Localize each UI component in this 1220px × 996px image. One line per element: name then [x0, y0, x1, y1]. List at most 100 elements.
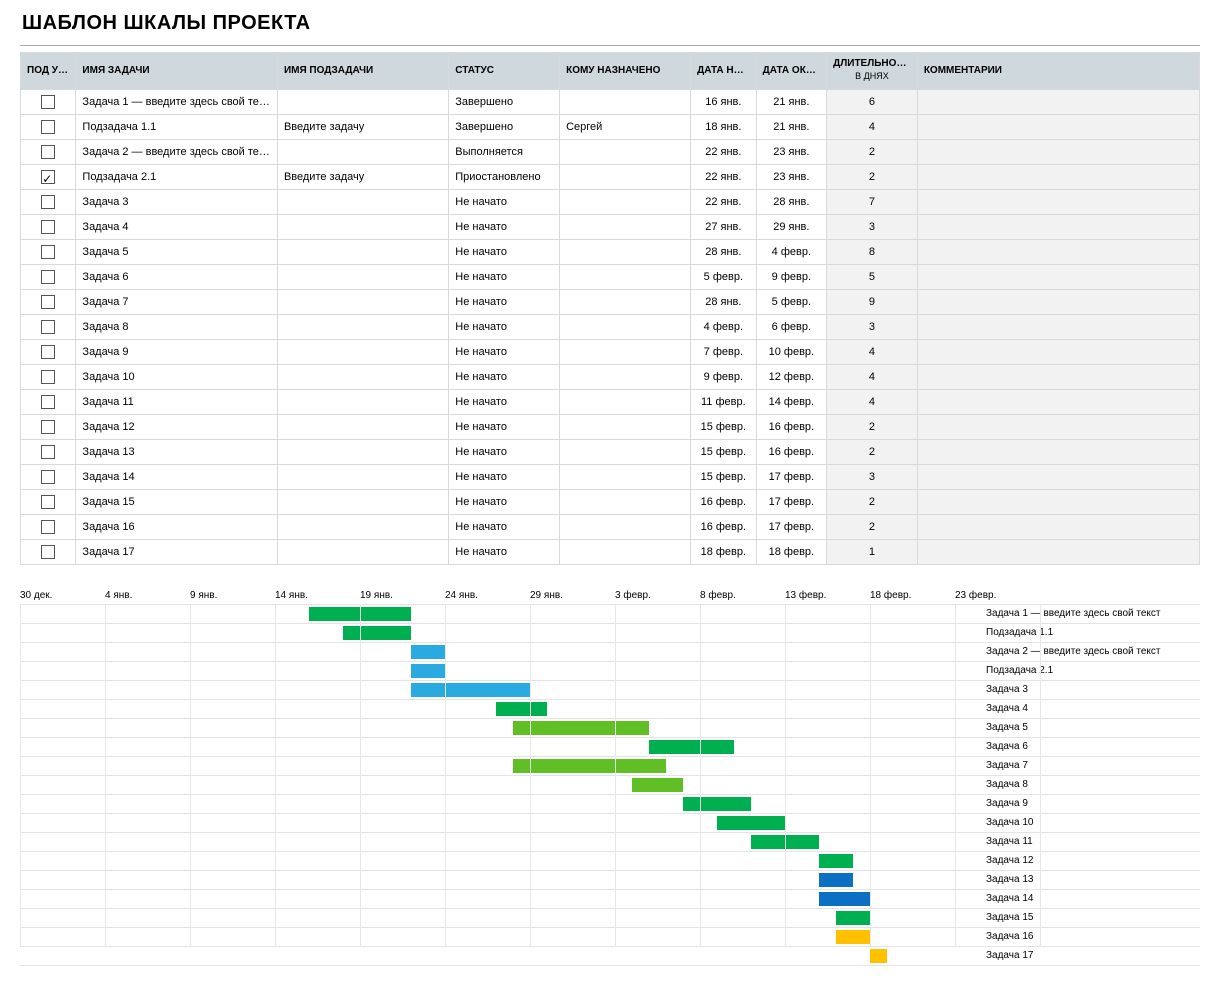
- risk-checkbox[interactable]: [41, 145, 55, 159]
- cell-duration[interactable]: 4: [827, 389, 918, 414]
- cell-task[interactable]: Задача 17: [76, 539, 278, 564]
- cell-comments[interactable]: [917, 414, 1199, 439]
- cell-task[interactable]: Задача 4: [76, 214, 278, 239]
- cell-duration[interactable]: 2: [827, 139, 918, 164]
- cell-status[interactable]: Не начато: [449, 264, 560, 289]
- cell-status[interactable]: Не начато: [449, 239, 560, 264]
- cell-duration[interactable]: 8: [827, 239, 918, 264]
- cell-end[interactable]: 16 февр.: [756, 439, 827, 464]
- cell-end[interactable]: 21 янв.: [756, 114, 827, 139]
- cell-assigned[interactable]: [560, 214, 691, 239]
- cell-start[interactable]: 11 февр.: [691, 389, 757, 414]
- cell-assigned[interactable]: Сергей: [560, 114, 691, 139]
- cell-task[interactable]: Задача 9: [76, 339, 278, 364]
- cell-duration[interactable]: 7: [827, 189, 918, 214]
- risk-checkbox[interactable]: [41, 245, 55, 259]
- cell-task[interactable]: Задача 1 — введите здесь свой текст: [76, 89, 278, 114]
- cell-comments[interactable]: [917, 264, 1199, 289]
- cell-comments[interactable]: [917, 364, 1199, 389]
- cell-task[interactable]: Задача 15: [76, 489, 278, 514]
- cell-sub[interactable]: [277, 314, 448, 339]
- cell-comments[interactable]: [917, 164, 1199, 189]
- cell-start[interactable]: 22 янв.: [691, 189, 757, 214]
- cell-sub[interactable]: [277, 189, 448, 214]
- cell-task[interactable]: Задача 8: [76, 314, 278, 339]
- cell-duration[interactable]: 2: [827, 514, 918, 539]
- cell-start[interactable]: 7 февр.: [691, 339, 757, 364]
- cell-assigned[interactable]: [560, 439, 691, 464]
- cell-sub[interactable]: [277, 539, 448, 564]
- cell-assigned[interactable]: [560, 389, 691, 414]
- cell-task[interactable]: Задача 11: [76, 389, 278, 414]
- cell-comments[interactable]: [917, 214, 1199, 239]
- cell-end[interactable]: 16 февр.: [756, 414, 827, 439]
- cell-end[interactable]: 17 февр.: [756, 514, 827, 539]
- cell-assigned[interactable]: [560, 189, 691, 214]
- cell-comments[interactable]: [917, 189, 1199, 214]
- cell-task[interactable]: Задача 13: [76, 439, 278, 464]
- cell-start[interactable]: 16 янв.: [691, 89, 757, 114]
- cell-comments[interactable]: [917, 314, 1199, 339]
- cell-status[interactable]: Не начато: [449, 464, 560, 489]
- cell-duration[interactable]: 4: [827, 339, 918, 364]
- cell-start[interactable]: 15 февр.: [691, 439, 757, 464]
- cell-assigned[interactable]: [560, 539, 691, 564]
- cell-status[interactable]: Выполняется: [449, 139, 560, 164]
- cell-end[interactable]: 28 янв.: [756, 189, 827, 214]
- cell-sub[interactable]: [277, 289, 448, 314]
- cell-sub[interactable]: [277, 489, 448, 514]
- cell-duration[interactable]: 2: [827, 164, 918, 189]
- cell-status[interactable]: Не начато: [449, 439, 560, 464]
- cell-assigned[interactable]: [560, 364, 691, 389]
- risk-checkbox[interactable]: [41, 170, 55, 184]
- risk-checkbox[interactable]: [41, 345, 55, 359]
- cell-task[interactable]: Задача 2 — введите здесь свой текст: [76, 139, 278, 164]
- cell-end[interactable]: 10 февр.: [756, 339, 827, 364]
- cell-status[interactable]: Не начато: [449, 189, 560, 214]
- cell-start[interactable]: 15 февр.: [691, 464, 757, 489]
- cell-start[interactable]: 16 февр.: [691, 514, 757, 539]
- cell-comments[interactable]: [917, 289, 1199, 314]
- risk-checkbox[interactable]: [41, 520, 55, 534]
- cell-end[interactable]: 29 янв.: [756, 214, 827, 239]
- cell-assigned[interactable]: [560, 139, 691, 164]
- cell-status[interactable]: Не начато: [449, 214, 560, 239]
- cell-comments[interactable]: [917, 114, 1199, 139]
- cell-status[interactable]: Не начато: [449, 389, 560, 414]
- cell-status[interactable]: Завершено: [449, 114, 560, 139]
- risk-checkbox[interactable]: [41, 220, 55, 234]
- cell-assigned[interactable]: [560, 89, 691, 114]
- cell-start[interactable]: 9 февр.: [691, 364, 757, 389]
- cell-start[interactable]: 22 янв.: [691, 164, 757, 189]
- cell-sub[interactable]: Введите задачу: [277, 114, 448, 139]
- cell-duration[interactable]: 2: [827, 414, 918, 439]
- cell-duration[interactable]: 3: [827, 464, 918, 489]
- cell-sub[interactable]: [277, 414, 448, 439]
- cell-duration[interactable]: 5: [827, 264, 918, 289]
- risk-checkbox[interactable]: [41, 445, 55, 459]
- cell-assigned[interactable]: [560, 514, 691, 539]
- cell-task[interactable]: Задача 5: [76, 239, 278, 264]
- cell-assigned[interactable]: [560, 314, 691, 339]
- cell-sub[interactable]: [277, 339, 448, 364]
- cell-end[interactable]: 17 февр.: [756, 464, 827, 489]
- cell-start[interactable]: 5 февр.: [691, 264, 757, 289]
- cell-sub[interactable]: [277, 139, 448, 164]
- cell-status[interactable]: Не начато: [449, 489, 560, 514]
- cell-comments[interactable]: [917, 514, 1199, 539]
- cell-sub[interactable]: [277, 264, 448, 289]
- cell-start[interactable]: 18 янв.: [691, 114, 757, 139]
- cell-comments[interactable]: [917, 339, 1199, 364]
- risk-checkbox[interactable]: [41, 545, 55, 559]
- cell-end[interactable]: 23 янв.: [756, 164, 827, 189]
- cell-assigned[interactable]: [560, 289, 691, 314]
- cell-sub[interactable]: [277, 439, 448, 464]
- cell-end[interactable]: 18 февр.: [756, 539, 827, 564]
- cell-duration[interactable]: 4: [827, 114, 918, 139]
- cell-status[interactable]: Не начато: [449, 364, 560, 389]
- cell-comments[interactable]: [917, 89, 1199, 114]
- risk-checkbox[interactable]: [41, 195, 55, 209]
- cell-end[interactable]: 23 янв.: [756, 139, 827, 164]
- risk-checkbox[interactable]: [41, 320, 55, 334]
- risk-checkbox[interactable]: [41, 495, 55, 509]
